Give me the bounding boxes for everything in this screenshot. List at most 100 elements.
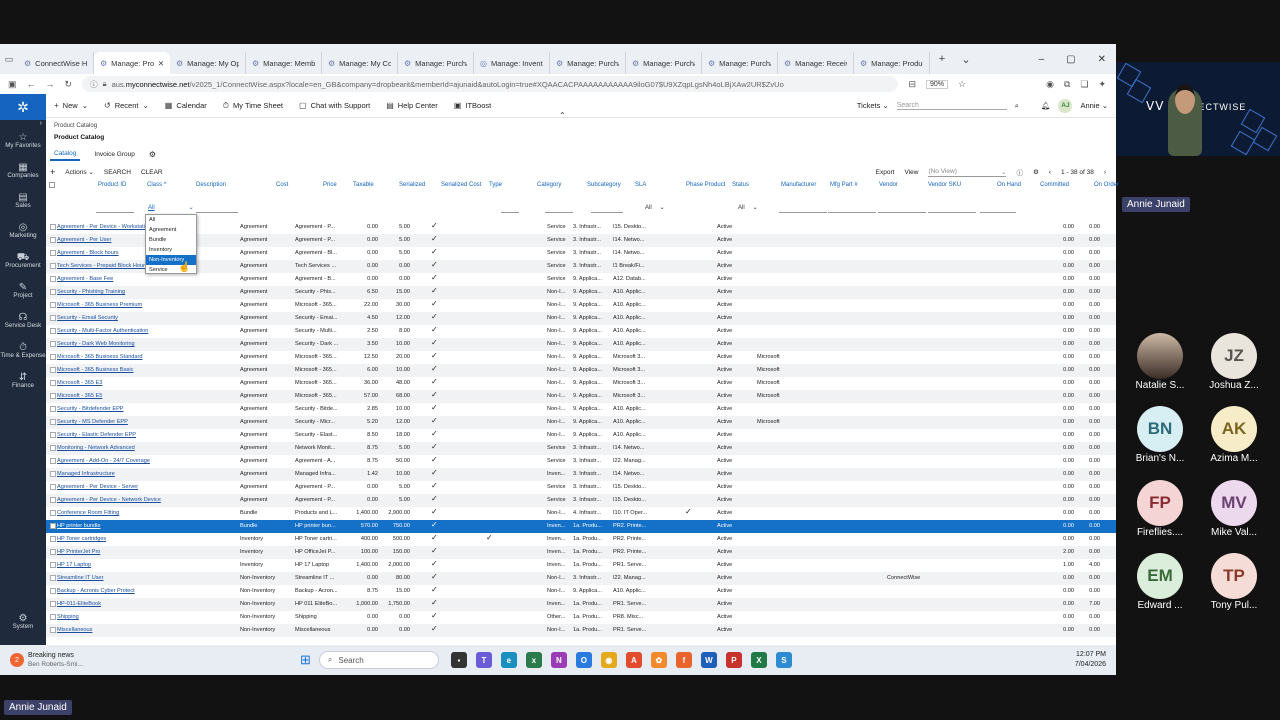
class-option-inventory[interactable]: Inventory: [146, 245, 196, 255]
chat-support-link[interactable]: ▢ Chat with Support: [291, 101, 378, 110]
windows-start-icon[interactable]: ⊞: [300, 652, 311, 668]
product-id-link[interactable]: Microsoft - 365 Business Standard: [57, 354, 143, 360]
back-icon[interactable]: ←: [27, 79, 36, 89]
column-header[interactable]: Cost: [276, 182, 288, 188]
sidebar-item[interactable]: ☊ Service Desk: [0, 306, 46, 336]
browser-tab[interactable]: ⚙ Manage: Membe: [246, 52, 322, 74]
time-sheet-link[interactable]: ⏱ My Time Sheet: [215, 101, 291, 111]
add-icon[interactable]: +: [50, 167, 55, 177]
product-id-link[interactable]: HP PrinterJet Pro: [57, 549, 100, 555]
table-row[interactable]: Security - Email Security Agreement Securi…: [46, 312, 1116, 325]
participant-tile[interactable]: Natalie S...: [1120, 333, 1200, 391]
table-row[interactable]: Agreement - Per User Agreement Agreement -…: [46, 234, 1116, 247]
row-checkbox[interactable]: [50, 549, 56, 555]
row-checkbox[interactable]: [50, 276, 56, 282]
product-id-link[interactable]: HP printer bundle: [57, 523, 100, 529]
row-checkbox[interactable]: [50, 406, 56, 412]
row-checkbox[interactable]: [50, 289, 56, 295]
edge-icon[interactable]: e: [500, 652, 517, 668]
product-id-link[interactable]: Security - Dark Web Monitoring: [57, 341, 135, 347]
browser-tab[interactable]: ⚙Manage: Purchas: [626, 52, 702, 74]
table-row[interactable]: Microsoft - 365 E3 Agreement Microsoft - 3…: [46, 377, 1116, 390]
column-header[interactable]: Class ^: [147, 182, 167, 188]
browser-tab[interactable]: ⚙Manage: Purchas: [702, 52, 778, 74]
tickets-dropdown[interactable]: Tickets ⌄: [857, 101, 889, 110]
table-row[interactable]: Security - Multi-Factor Authentication Ag…: [46, 325, 1116, 338]
connectwise-logo-icon[interactable]: ✲: [0, 94, 46, 120]
row-checkbox[interactable]: [50, 627, 56, 633]
table-row[interactable]: Agreement - Per Device - Server Agreement…: [46, 481, 1116, 494]
row-checkbox[interactable]: [50, 354, 56, 360]
collapse-chevron-icon[interactable]: ⌃: [559, 111, 566, 120]
product-id-link[interactable]: Microsoft - 365 E5: [57, 393, 102, 399]
table-row[interactable]: Security - Phishing Training Agreement Sec…: [46, 286, 1116, 299]
table-row[interactable]: Agreement - Block hours Agreement Agreemen…: [46, 247, 1116, 260]
column-header[interactable]: Product ID: [98, 182, 126, 188]
row-checkbox[interactable]: [50, 328, 56, 334]
mfg-part-filter[interactable]: [828, 204, 876, 213]
pager-prev-icon[interactable]: ‹: [1049, 169, 1051, 176]
product-id-link[interactable]: Security - MS Defender EPP: [57, 419, 128, 425]
export-button[interactable]: Export: [876, 169, 895, 176]
reload-icon[interactable]: ↻: [65, 79, 73, 90]
breadcrumb-link[interactable]: Product Catalog: [54, 123, 97, 129]
product-id-link[interactable]: Tech Services - Prepaid Block Hours: [57, 263, 148, 269]
table-row[interactable]: Conference Room Fitting Bundle Products an…: [46, 507, 1116, 520]
user-menu[interactable]: Annie ⌄: [1080, 101, 1108, 110]
product-id-link[interactable]: Agreement - Per Device - Server: [57, 484, 138, 490]
table-row[interactable]: HP PrinterJet Pro Inventory HP OfficeJet P…: [46, 546, 1116, 559]
row-checkbox[interactable]: [50, 341, 56, 347]
browser-tab[interactable]: ⚙Manage: Purchas: [398, 52, 474, 74]
profile-icon[interactable]: ◉: [1046, 79, 1054, 90]
browser-tab[interactable]: ⚙Manage: My Com: [322, 52, 398, 74]
class-option-all[interactable]: All: [146, 215, 196, 225]
product-id-link[interactable]: Backup - Acronis Cyber Protect: [57, 588, 135, 594]
row-checkbox[interactable]: [50, 445, 56, 451]
column-header[interactable]: Committed: [1040, 182, 1069, 188]
sidebar-item-system[interactable]: ⚙ System: [0, 607, 46, 637]
product-id-link[interactable]: Agreement - Per Device - Workstation: [57, 224, 151, 230]
actions-button[interactable]: Actions ⌄: [65, 168, 94, 176]
row-checkbox[interactable]: [50, 224, 56, 230]
product-id-filter[interactable]: [96, 204, 134, 213]
manufacturer-filter[interactable]: [779, 204, 827, 213]
table-row[interactable]: HP printer bundle Bundle HP printer bun...…: [46, 520, 1116, 533]
table-row[interactable]: Microsoft - 365 Business Premium Agreemen…: [46, 299, 1116, 312]
sidebar-toggle-icon[interactable]: ▣: [8, 79, 17, 90]
favorite-star-icon[interactable]: ☆: [958, 79, 966, 90]
product-id-link[interactable]: HP Toner cartridges: [57, 536, 106, 542]
class-option-agreement[interactable]: Agreement: [146, 225, 196, 235]
row-checkbox[interactable]: [50, 315, 56, 321]
row-checkbox[interactable]: [50, 263, 56, 269]
calendar-link[interactable]: ▦ Calendar: [157, 101, 215, 110]
column-header[interactable]: Serialized: [399, 182, 425, 188]
read-mode-icon[interactable]: ⊟: [908, 79, 916, 90]
on-hand-filter[interactable]: [980, 204, 1016, 213]
type-filter[interactable]: [501, 204, 519, 213]
product-id-link[interactable]: Shipping: [57, 614, 79, 620]
app-icon[interactable]: ✿: [650, 652, 667, 668]
row-checkbox[interactable]: [50, 380, 56, 386]
column-header[interactable]: Subcategory: [587, 182, 621, 188]
sidebar-item[interactable]: ⛟ Procurement: [0, 246, 46, 276]
column-header[interactable]: Mfg Part #: [830, 182, 858, 188]
settings-gear-icon[interactable]: ⚙: [1033, 168, 1039, 176]
itboost-link[interactable]: ▣ ITBoost: [446, 101, 499, 110]
excel-icon[interactable]: X: [750, 652, 767, 668]
class-filter-select[interactable]: All ⌄: [148, 204, 194, 211]
product-id-link[interactable]: HP-011-EliteBook: [57, 601, 101, 607]
table-row[interactable]: Backup - Acronis Cyber Protect Non-Invent…: [46, 585, 1116, 598]
tab-close-icon[interactable]: ✕: [158, 59, 164, 68]
participant-tile[interactable]: FP Fireflies....: [1120, 480, 1200, 538]
pager-next-icon[interactable]: ›: [1104, 169, 1106, 176]
column-header[interactable]: Vendor: [879, 182, 898, 188]
browser-tab[interactable]: ⚙ Manage: My Opp: [170, 52, 246, 74]
row-checkbox[interactable]: [50, 575, 56, 581]
view-select[interactable]: (No View) ⌄: [928, 168, 1007, 177]
column-header[interactable]: Price: [323, 182, 337, 188]
participant-tile[interactable]: AK Azima M...: [1194, 406, 1274, 464]
window-menu-icon[interactable]: ▭: [0, 54, 18, 65]
table-row[interactable]: Security - Dark Web Monitoring Agreement S…: [46, 338, 1116, 351]
table-row[interactable]: Tech Services - Prepaid Block Hours Agree…: [46, 260, 1116, 273]
column-header[interactable]: On Hand: [997, 182, 1021, 188]
